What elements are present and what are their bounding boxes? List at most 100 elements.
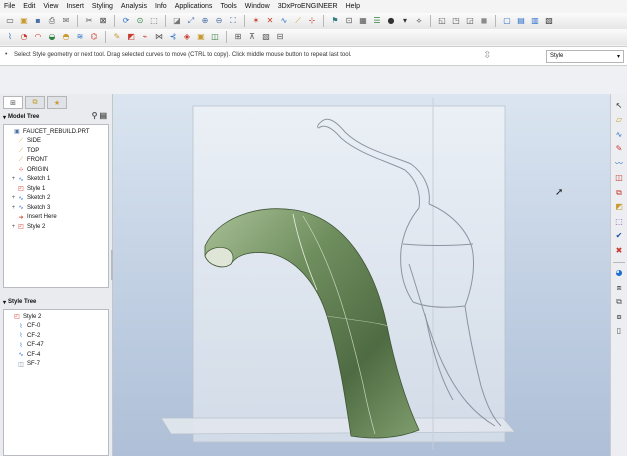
reflection-icon[interactable]: ▧: [260, 31, 272, 43]
curve-edit-icon[interactable]: ◩: [125, 31, 137, 43]
menu-item-edit[interactable]: Edit: [23, 3, 35, 10]
menu-item-styling[interactable]: Styling: [92, 3, 113, 10]
save-icon[interactable]: ▪: [32, 15, 44, 27]
collapse-triangle-icon[interactable]: ▾: [3, 114, 6, 121]
style-tree-item[interactable]: ⌇ CF-2: [4, 331, 108, 341]
datum-axis-icon[interactable]: ✶: [250, 15, 262, 27]
open-file-icon[interactable]: ▣: [18, 15, 30, 27]
paste-tool-icon[interactable]: ⧇: [613, 311, 625, 323]
model-tree-item[interactable]: + ∿ Sketch 1: [4, 175, 108, 185]
datum-plane-icon[interactable]: ⟋: [292, 15, 304, 27]
section-icon[interactable]: ⊟: [274, 31, 286, 43]
zoom-out-icon[interactable]: ⊖: [213, 15, 225, 27]
trim-surface-icon[interactable]: ◫: [209, 31, 221, 43]
saved-views-icon[interactable]: ⚑: [329, 15, 341, 27]
coordinate-system-icon[interactable]: ⊹: [306, 15, 318, 27]
model-tree-item[interactable]: ⟋ SIDE: [4, 137, 108, 147]
model-tree-item[interactable]: ▣ FAUCET_REBUILD.PRT: [4, 127, 108, 137]
style-tree-item[interactable]: ⌇ CF-47: [4, 341, 108, 351]
cancel-x-icon[interactable]: ✖: [613, 245, 625, 257]
menu-item-info[interactable]: Info: [155, 3, 167, 10]
circle-curve-icon[interactable]: ◔: [18, 31, 30, 43]
trim-tool-icon[interactable]: ◩: [613, 202, 625, 214]
point-display-icon[interactable]: ▥: [529, 15, 541, 27]
arc-curve-icon[interactable]: ◠: [32, 31, 44, 43]
find-icon[interactable]: ⊙: [134, 15, 146, 27]
axis-display-icon[interactable]: ▤: [515, 15, 527, 27]
no-hidden-icon[interactable]: ◲: [464, 15, 476, 27]
hidden-line-icon[interactable]: ◳: [450, 15, 462, 27]
shade-tool-icon[interactable]: ◕: [613, 268, 625, 280]
curve-analysis-tool-icon[interactable]: 〰: [613, 158, 625, 170]
new-file-icon[interactable]: ▭: [4, 15, 16, 27]
style-tree-item[interactable]: ∿ CF-4: [4, 350, 108, 360]
surface-tool-icon[interactable]: ◫: [613, 173, 625, 185]
view-manager-icon[interactable]: ▦: [357, 15, 369, 27]
connect-tool-icon[interactable]: ⧉: [613, 187, 625, 199]
datum-curve-icon[interactable]: ∿: [278, 15, 290, 27]
orient-icon[interactable]: ⤢: [185, 15, 197, 27]
menu-item-help[interactable]: Help: [346, 3, 360, 10]
expand-toggle-icon[interactable]: +: [10, 224, 17, 230]
model-tree-item[interactable]: + ∿ Sketch 3: [4, 203, 108, 213]
menu-item-3dxproengineer[interactable]: 3DxProENGINEER: [278, 3, 338, 10]
drop-curve-icon[interactable]: ◒: [46, 31, 58, 43]
regenerate-icon[interactable]: ⟳: [120, 15, 132, 27]
cut-icon[interactable]: ✂: [83, 15, 95, 27]
menu-item-insert[interactable]: Insert: [66, 3, 84, 10]
menu-item-window[interactable]: Window: [245, 3, 270, 10]
menu-item-tools[interactable]: Tools: [220, 3, 236, 10]
tab-folder-browser[interactable]: ⧉: [25, 96, 45, 109]
model-tree-item[interactable]: + ∿ Sketch 2: [4, 194, 108, 204]
repaint-icon[interactable]: ◪: [171, 15, 183, 27]
select-box-icon[interactable]: ⬚: [148, 15, 160, 27]
menu-item-applications[interactable]: Applications: [175, 3, 213, 10]
curve-tool-icon[interactable]: ∿: [613, 129, 625, 141]
menu-item-analysis[interactable]: Analysis: [121, 3, 147, 10]
style-tree-item[interactable]: ◫ SF-7: [4, 360, 108, 370]
appearance-icon[interactable]: ●: [385, 15, 397, 27]
select-tool-icon[interactable]: ↖: [613, 100, 625, 112]
connect-surface-icon[interactable]: ▣: [195, 31, 207, 43]
model-tree-item[interactable]: ◰ Style 1: [4, 184, 108, 194]
zoom-in-icon[interactable]: ⊕: [199, 15, 211, 27]
curvature-icon[interactable]: ⊰: [167, 31, 179, 43]
layer-tool-icon[interactable]: ⧈: [613, 282, 625, 294]
shading-icon[interactable]: ◼: [478, 15, 490, 27]
email-icon[interactable]: ✉: [60, 15, 72, 27]
model-tree-item[interactable]: ⟋ FRONT: [4, 156, 108, 166]
model-tree-item[interactable]: + ◰ Style 2: [4, 222, 108, 232]
slope-analysis-icon[interactable]: ⊼: [246, 31, 258, 43]
model-tree-item[interactable]: ➔ Insert Here: [4, 213, 108, 223]
tab-model-tree[interactable]: ⊞: [3, 96, 23, 109]
trim-curve-icon[interactable]: ⋈: [153, 31, 165, 43]
tree-settings-icon[interactable]: ▤: [99, 111, 107, 120]
edit-curve-tool-icon[interactable]: ✎: [613, 144, 625, 156]
style-tree-item[interactable]: ⌇ CF-0: [4, 322, 108, 332]
surface-icon[interactable]: ◈: [181, 31, 193, 43]
selection-filter-dropdown[interactable]: Style ▾: [546, 50, 624, 63]
perspective-icon[interactable]: ⟡: [413, 15, 425, 27]
expand-toggle-icon[interactable]: +: [10, 176, 17, 182]
datum-point-icon[interactable]: ✕: [264, 15, 276, 27]
style-curve-icon[interactable]: ⌇: [4, 31, 16, 43]
csys-display-icon[interactable]: ▧: [543, 15, 555, 27]
menu-item-file[interactable]: File: [4, 3, 15, 10]
print-icon[interactable]: ⎙: [46, 15, 58, 27]
tab-favorites[interactable]: ★: [47, 96, 67, 109]
close-window-icon[interactable]: ⊠: [97, 15, 109, 27]
refit-icon[interactable]: ⛶: [227, 15, 239, 27]
message-scroll-icon[interactable]: ⇳: [483, 50, 491, 61]
cos-curve-icon[interactable]: ◓: [60, 31, 72, 43]
offset-curve-icon[interactable]: ≋: [74, 31, 86, 43]
tree-filter-icon[interactable]: ⚲: [92, 111, 98, 120]
copy-tool-icon[interactable]: ⧉: [613, 297, 625, 309]
menu-item-view[interactable]: View: [43, 3, 58, 10]
accept-check-icon[interactable]: ✔: [613, 231, 625, 243]
expand-toggle-icon[interactable]: +: [10, 195, 17, 201]
collapse-triangle-icon[interactable]: ▾: [3, 299, 6, 306]
edit-curve-icon[interactable]: ✎: [111, 31, 123, 43]
spin-center-icon[interactable]: ⊡: [343, 15, 355, 27]
model-tree-item[interactable]: ⊹ ORIGIN: [4, 165, 108, 175]
graphics-viewport[interactable]: ➚: [113, 94, 610, 456]
